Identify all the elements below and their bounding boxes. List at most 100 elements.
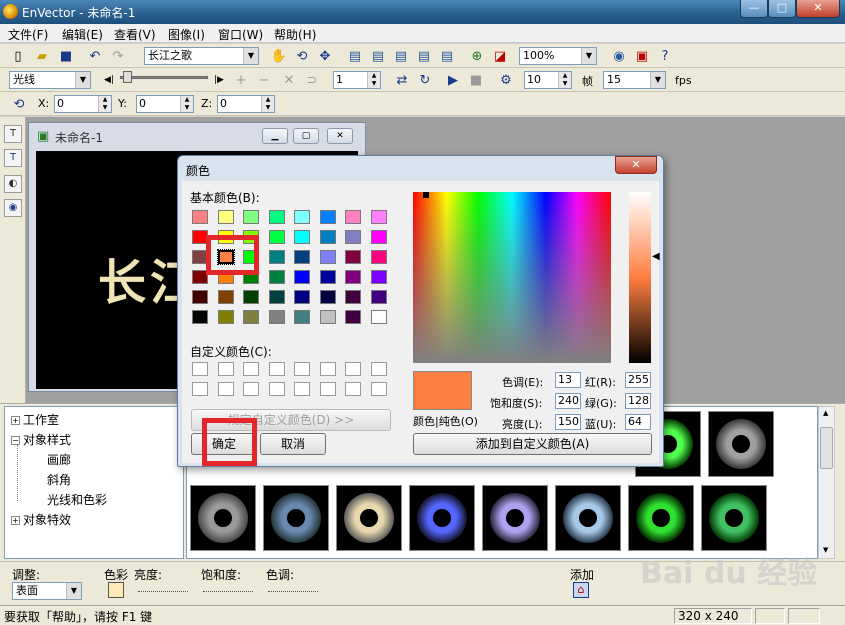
dialog-close-button[interactable]: ✕	[615, 156, 657, 174]
basic-color-swatch[interactable]	[192, 290, 208, 304]
add-style-icon[interactable]: ⌂	[573, 582, 589, 598]
tree-item-gallery[interactable]: 画廊	[47, 451, 71, 468]
text-select-icon[interactable]: T	[4, 149, 22, 167]
basic-color-swatch[interactable]	[319, 290, 336, 304]
basic-color-swatch[interactable]	[345, 310, 361, 324]
custom-color-swatch[interactable]	[217, 362, 234, 376]
export-icon[interactable]: ▣	[633, 47, 651, 65]
custom-color-swatch[interactable]	[345, 362, 361, 376]
hand-icon[interactable]: ✋	[270, 47, 288, 65]
basic-color-swatch[interactable]	[370, 270, 387, 284]
chart-icon[interactable]: ◪	[491, 47, 509, 65]
add-key-icon[interactable]: +	[232, 71, 250, 89]
basic-color-swatch[interactable]	[217, 310, 234, 324]
maximize-button[interactable]: □	[768, 0, 796, 18]
luminance-field[interactable]: 150	[555, 414, 581, 430]
basic-color-swatch[interactable]	[319, 310, 336, 324]
basic-color-swatch[interactable]	[268, 290, 285, 304]
hue-slider[interactable]	[268, 582, 318, 592]
basic-color-swatch[interactable]	[192, 210, 208, 224]
menu-help[interactable]: 帮助(H)	[274, 26, 316, 43]
expand-icon[interactable]: +	[11, 516, 20, 525]
spin-arrows-icon[interactable]: ▲ ▼	[180, 96, 193, 112]
add-to-custom-colors-button[interactable]: 添加到自定义颜色(A)	[413, 433, 652, 455]
basic-color-swatch[interactable]	[294, 230, 310, 244]
custom-color-swatch[interactable]	[319, 362, 336, 376]
minimize-button[interactable]: —	[740, 0, 768, 18]
scroll-up-icon[interactable]: ▲	[823, 409, 828, 417]
scroll-thumb[interactable]	[820, 427, 833, 469]
red-field[interactable]: 255	[625, 372, 651, 388]
style-thumbnail[interactable]	[336, 485, 402, 551]
basic-color-swatch[interactable]	[294, 270, 310, 284]
open-folder-icon[interactable]: ▰	[33, 47, 51, 65]
gallery-scrollbar[interactable]: ▲ ▼	[818, 406, 835, 559]
custom-color-swatch[interactable]	[217, 382, 234, 396]
collapse-icon[interactable]: −	[11, 436, 20, 445]
menu-image[interactable]: 图像(I)	[168, 26, 205, 43]
speed-icon[interactable]: ⚙	[497, 71, 515, 89]
style-thumbnail[interactable]	[482, 485, 548, 551]
tree-item-object-style[interactable]: − 对象样式	[11, 431, 71, 448]
basic-color-swatch[interactable]	[294, 210, 310, 224]
style-thumbnail[interactable]	[263, 485, 329, 551]
style-thumbnail[interactable]	[708, 411, 774, 477]
basic-color-swatch[interactable]	[370, 310, 387, 324]
basic-color-swatch[interactable]	[345, 290, 361, 304]
basic-color-swatch[interactable]	[217, 290, 234, 304]
color-spectrum[interactable]	[413, 192, 611, 363]
style-thumbnail[interactable]	[190, 485, 256, 551]
loop-icon[interactable]: ⊃	[303, 71, 321, 89]
timeline-slider[interactable]	[120, 76, 208, 79]
surface-select[interactable]: 表面 ▼	[12, 582, 82, 600]
custom-color-swatch[interactable]	[345, 382, 361, 396]
speed-stepper[interactable]: 10 ▲ ▼	[524, 71, 572, 89]
undo-icon[interactable]: ↶	[86, 47, 104, 65]
menu-window[interactable]: 窗口(W)	[218, 26, 263, 43]
blue-field[interactable]: 64	[625, 414, 651, 430]
basic-color-swatch[interactable]	[217, 210, 234, 224]
basic-color-swatch[interactable]	[268, 250, 285, 264]
rotate-object-icon[interactable]: ⟲	[10, 95, 28, 113]
basic-color-swatch[interactable]	[243, 310, 259, 324]
font-select[interactable]: 长江之歌 ▼	[144, 47, 259, 65]
view-top-icon[interactable]: ▤	[392, 47, 410, 65]
z-stepper[interactable]: 0 ▲ ▼	[217, 95, 275, 113]
basic-color-swatch[interactable]	[319, 270, 336, 284]
menu-file[interactable]: 文件(F)	[8, 26, 48, 43]
luminance-bar[interactable]	[629, 192, 651, 363]
redo-icon[interactable]: ↷	[109, 47, 127, 65]
doc-close-button[interactable]: ✕	[327, 128, 353, 144]
context-help-icon[interactable]: ?	[656, 47, 674, 65]
hue-field[interactable]: 13	[555, 372, 581, 388]
basic-color-swatch[interactable]	[370, 290, 387, 304]
spin-arrows-icon[interactable]: ▲ ▼	[98, 96, 111, 112]
custom-color-swatch[interactable]	[370, 362, 387, 376]
basic-color-swatch[interactable]	[192, 310, 208, 324]
view-back-icon[interactable]: ▤	[415, 47, 433, 65]
green-field[interactable]: 128	[625, 393, 651, 409]
basic-color-swatch[interactable]	[268, 310, 285, 324]
spin-arrows-icon[interactable]: ▲ ▼	[261, 96, 274, 112]
tree-item-studio[interactable]: + 工作室	[11, 411, 59, 428]
custom-color-swatch[interactable]	[294, 382, 310, 396]
stop-icon[interactable]: ■	[467, 71, 485, 89]
basic-color-swatch[interactable]	[243, 210, 259, 224]
zoom-select[interactable]: 100% ▼	[519, 47, 597, 65]
fps-select[interactable]: 15 ▼	[603, 71, 666, 89]
view-front-icon[interactable]: ▤	[346, 47, 364, 65]
start-marker-icon[interactable]: ◀|	[100, 71, 118, 89]
play-icon[interactable]: ▶	[444, 71, 462, 89]
basic-color-swatch[interactable]	[268, 230, 285, 244]
basic-color-swatch[interactable]	[268, 270, 285, 284]
custom-color-swatch[interactable]	[268, 362, 285, 376]
custom-color-swatch[interactable]	[294, 362, 310, 376]
scroll-down-icon[interactable]: ▼	[823, 546, 828, 554]
custom-color-swatch[interactable]	[243, 362, 259, 376]
basic-color-swatch[interactable]	[319, 250, 336, 264]
new-file-icon[interactable]: ▯	[9, 47, 27, 65]
tree-item-object-effects[interactable]: + 对象特效	[11, 511, 71, 528]
y-stepper[interactable]: 0 ▲ ▼	[136, 95, 194, 113]
basic-color-swatch[interactable]	[370, 250, 387, 264]
basic-color-swatch[interactable]	[294, 250, 310, 264]
